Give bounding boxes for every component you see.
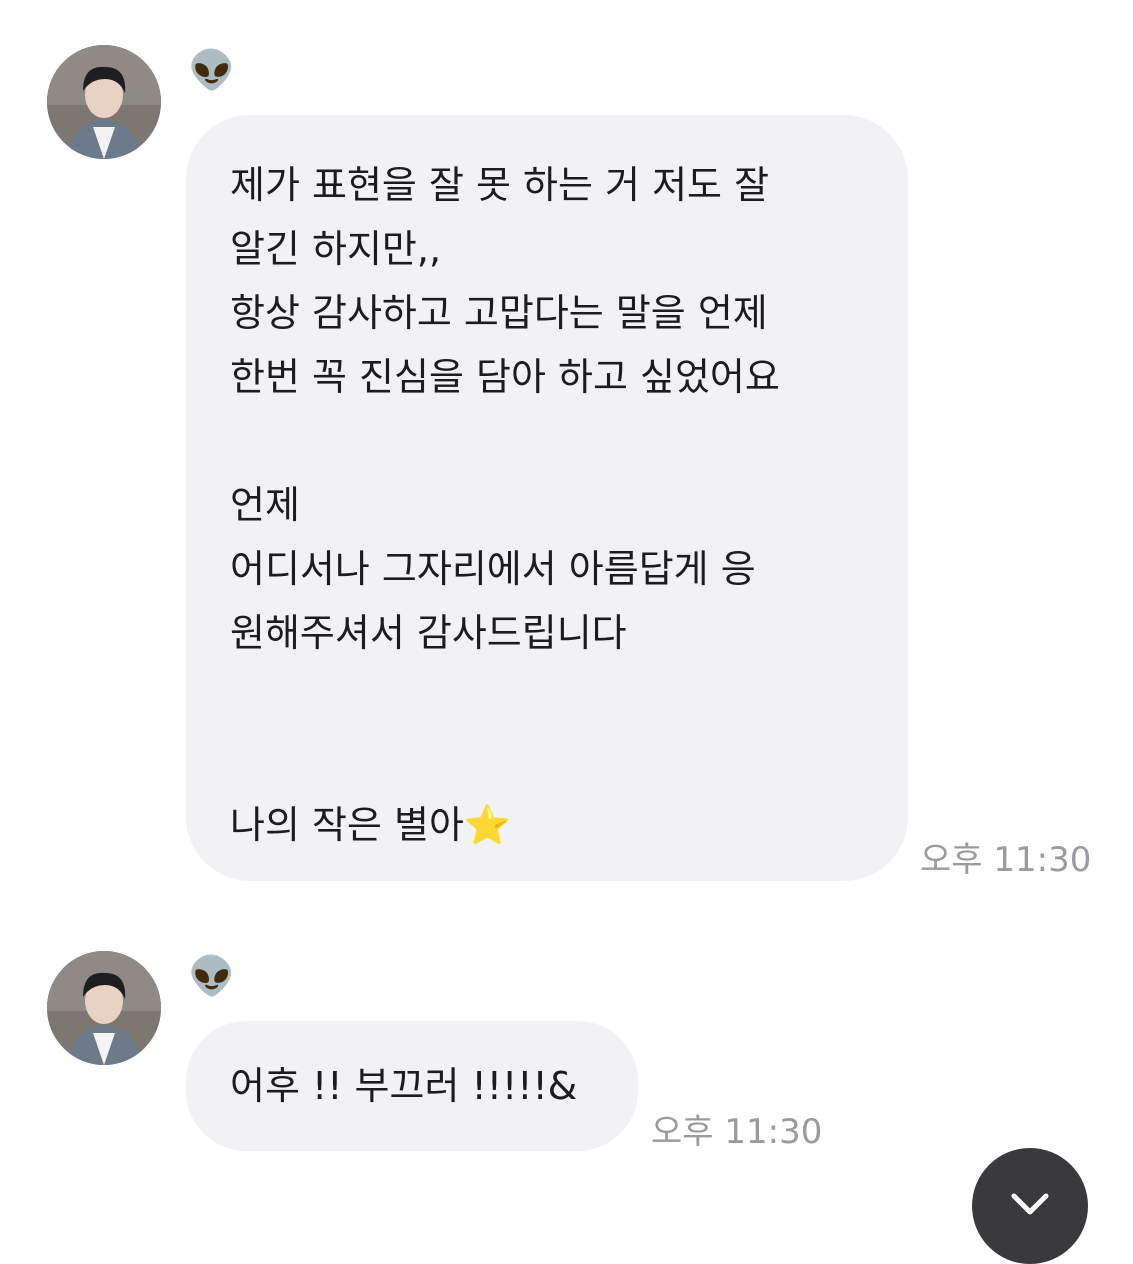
- chevron-down-icon: [1011, 1193, 1049, 1215]
- sender-name: 👽: [188, 48, 236, 92]
- scroll-to-bottom-button[interactable]: [972, 1148, 1088, 1264]
- avatar[interactable]: [47, 45, 161, 159]
- avatar[interactable]: [47, 951, 161, 1065]
- sender-name: 👽: [188, 954, 236, 998]
- message-time: 오후 11:30: [920, 840, 1092, 880]
- profile-photo-icon: [47, 45, 161, 159]
- profile-photo-icon: [47, 951, 161, 1065]
- message-bubble[interactable]: 어후 !! 부끄러 !!!!!&: [186, 1021, 638, 1151]
- message-bubble[interactable]: 제가 표현을 잘 못 하는 거 저도 잘 알긴 하지만,, 항상 감사하고 고맙…: [186, 115, 908, 881]
- message-text: 제가 표현을 잘 못 하는 거 저도 잘 알긴 하지만,, 항상 감사하고 고맙…: [230, 163, 780, 847]
- message-time: 오후 11:30: [651, 1112, 823, 1152]
- message-text: 어후 !! 부끄러 !!!!!&: [230, 1064, 578, 1108]
